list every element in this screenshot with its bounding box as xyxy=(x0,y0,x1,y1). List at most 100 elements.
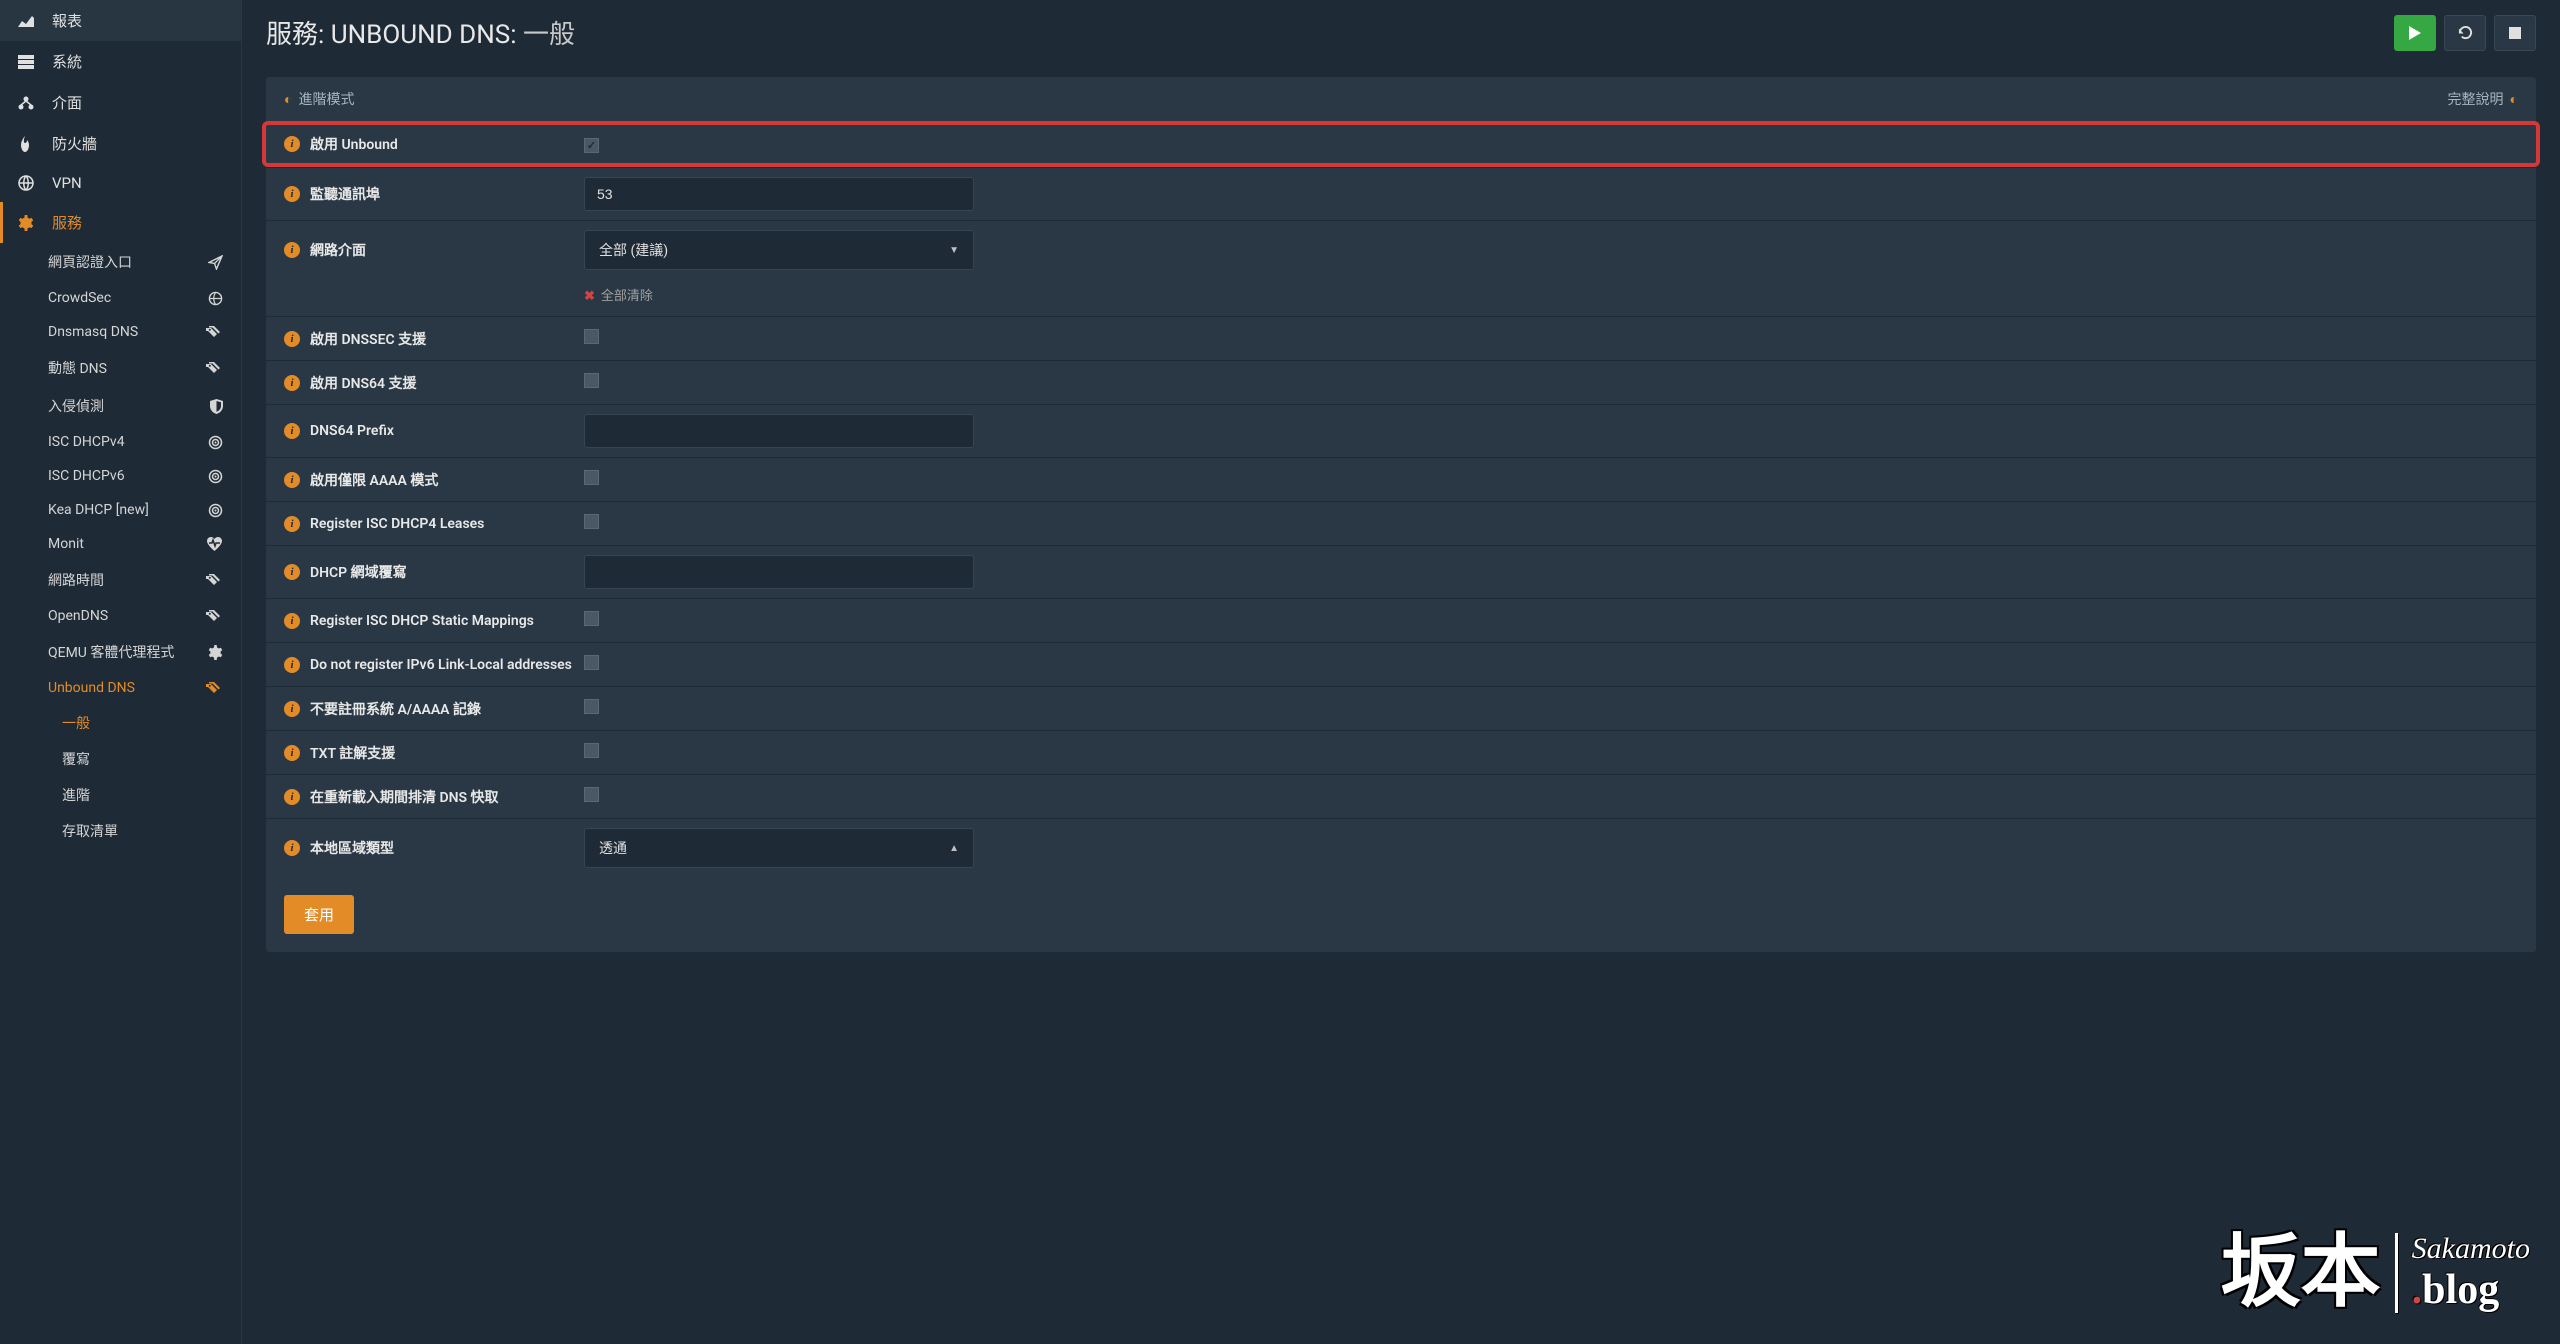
tags-icon xyxy=(206,326,223,339)
apply-button[interactable]: 套用 xyxy=(284,895,354,934)
nav-label: VPN xyxy=(52,174,82,192)
sidebar-item-dhcpv4[interactable]: ISC DHCPv4 xyxy=(0,425,241,459)
caret-down-icon: ▼ xyxy=(949,245,959,256)
start-button[interactable] xyxy=(2394,15,2436,51)
nav-reports[interactable]: 報表 xyxy=(0,0,241,41)
header-actions xyxy=(2394,15,2536,51)
dhcp-domain-input[interactable] xyxy=(584,555,974,589)
row-flush-cache: i 在重新載入期間排清 DNS 快取 xyxy=(266,774,2536,818)
field-label: Register ISC DHCP4 Leases xyxy=(310,516,484,532)
toggle-icon: ◐ xyxy=(284,92,292,108)
info-icon[interactable]: i xyxy=(284,840,300,856)
x-icon: ✖ xyxy=(584,289,595,304)
row-aaaa-only: i 啟用僅限 AAAA 模式 xyxy=(266,457,2536,501)
chart-icon xyxy=(18,15,38,27)
info-icon[interactable]: i xyxy=(284,701,300,717)
info-icon[interactable]: i xyxy=(284,472,300,488)
advanced-mode-toggle[interactable]: ◐進階模式 xyxy=(284,89,354,109)
clear-all-link[interactable]: ✖全部清除 xyxy=(266,279,2536,316)
row-dnssec: i 啟用 DNSSEC 支援 xyxy=(266,316,2536,360)
info-icon[interactable]: i xyxy=(284,613,300,629)
row-network-interface: i 網路介面 全部 (建議) ▼ xyxy=(266,220,2536,279)
info-icon[interactable]: i xyxy=(284,516,300,532)
field-label: Do not register IPv6 Link-Local addresse… xyxy=(310,657,572,673)
settings-panel: ◐進階模式 完整說明◐ i啟用 Unbound i監聽通訊埠 i網路介面 全部 … xyxy=(266,77,2536,952)
sidebar-item-dnsmasq[interactable]: Dnsmasq DNS xyxy=(0,315,241,349)
unbound-sub-overrides[interactable]: 覆寫 xyxy=(0,741,241,777)
sidebar-item-qemu[interactable]: QEMU 客體代理程式 xyxy=(0,633,241,671)
info-icon[interactable]: i xyxy=(284,375,300,391)
info-icon[interactable]: i xyxy=(284,745,300,761)
network-interface-select[interactable]: 全部 (建議) ▼ xyxy=(584,230,974,270)
nav-label: 系統 xyxy=(52,51,82,72)
gear-icon xyxy=(208,645,223,660)
sidebar-item-captiveportal[interactable]: 網頁認證入口 xyxy=(0,243,241,281)
sidebar-item-kea[interactable]: Kea DHCP [new] xyxy=(0,493,241,527)
info-icon[interactable]: i xyxy=(284,657,300,673)
sub-label: OpenDNS xyxy=(48,608,108,624)
panel-top-bar: ◐進階模式 完整說明◐ xyxy=(266,77,2536,121)
field-label: TXT 註解支援 xyxy=(310,743,395,763)
field-label: 網路介面 xyxy=(310,240,366,260)
field-label: 不要註冊系統 A/AAAA 記錄 xyxy=(310,699,481,719)
sub-label: Monit xyxy=(48,536,84,552)
row-listen-port: i監聽通訊埠 xyxy=(266,167,2536,220)
sidebar: 報表 系統 介面 防火牆 VPN 服務 網頁認證入口 CrowdSec xyxy=(0,0,242,1344)
unbound-sub-acl[interactable]: 存取清單 xyxy=(0,813,241,849)
nav-label: 防火牆 xyxy=(52,133,97,154)
local-zone-type-select[interactable]: 透通 ▲ xyxy=(584,828,974,868)
field-label: 本地區域類型 xyxy=(310,838,394,858)
nav-interfaces[interactable]: 介面 xyxy=(0,82,241,123)
info-icon[interactable]: i xyxy=(284,186,300,202)
nav-system[interactable]: 系統 xyxy=(0,41,241,82)
sidebar-item-unbound[interactable]: Unbound DNS xyxy=(0,671,241,705)
tags-icon xyxy=(206,682,223,695)
txt-support-checkbox[interactable] xyxy=(584,743,599,758)
no-a-aaaa-checkbox[interactable] xyxy=(584,699,599,714)
register-static-checkbox[interactable] xyxy=(584,611,599,626)
row-enable-unbound: i啟用 Unbound xyxy=(262,121,2540,167)
listen-port-input[interactable] xyxy=(584,177,974,211)
info-icon[interactable]: i xyxy=(284,136,300,152)
dns64-prefix-input[interactable] xyxy=(584,414,974,448)
register-dhcp4-checkbox[interactable] xyxy=(584,514,599,529)
sidebar-item-dyndns[interactable]: 動態 DNS xyxy=(0,349,241,387)
full-help-toggle[interactable]: 完整說明◐ xyxy=(2448,89,2518,109)
sidebar-item-crowdsec[interactable]: CrowdSec xyxy=(0,281,241,315)
field-label: DNS64 Prefix xyxy=(310,423,394,439)
sub-label: Unbound DNS xyxy=(48,680,135,696)
aaaa-only-checkbox[interactable] xyxy=(584,470,599,485)
info-icon[interactable]: i xyxy=(284,564,300,580)
stop-button[interactable] xyxy=(2494,15,2536,51)
flush-cache-checkbox[interactable] xyxy=(584,787,599,802)
enable-unbound-checkbox[interactable] xyxy=(584,138,599,153)
target-icon xyxy=(208,435,223,450)
field-label: 啟用僅限 AAAA 模式 xyxy=(310,470,438,490)
dns64-checkbox[interactable] xyxy=(584,373,599,388)
sidebar-item-opendns[interactable]: OpenDNS xyxy=(0,599,241,633)
globe-icon xyxy=(18,175,38,191)
sidebar-item-monit[interactable]: Monit xyxy=(0,527,241,561)
sidebar-item-ids[interactable]: 入侵偵測 xyxy=(0,387,241,425)
field-label: 在重新載入期間排清 DNS 快取 xyxy=(310,787,499,807)
sidebar-item-ntp[interactable]: 網路時間 xyxy=(0,561,241,599)
heartbeat-icon xyxy=(206,537,223,551)
nav-label: 服務 xyxy=(52,212,82,233)
nav-vpn[interactable]: VPN xyxy=(0,164,241,202)
field-label: 啟用 DNSSEC 支援 xyxy=(310,329,426,349)
restart-button[interactable] xyxy=(2444,15,2486,51)
dnssec-checkbox[interactable] xyxy=(584,329,599,344)
info-icon[interactable]: i xyxy=(284,423,300,439)
unbound-sub-general[interactable]: 一般 xyxy=(0,705,241,741)
info-icon[interactable]: i xyxy=(284,331,300,347)
no-ipv6-ll-checkbox[interactable] xyxy=(584,655,599,670)
tags-icon xyxy=(206,362,223,375)
nav-firewall[interactable]: 防火牆 xyxy=(0,123,241,164)
tags-icon xyxy=(206,610,223,623)
info-icon[interactable]: i xyxy=(284,789,300,805)
nav-services[interactable]: 服務 xyxy=(0,202,241,243)
unbound-sub-advanced[interactable]: 進階 xyxy=(0,777,241,813)
sidebar-item-dhcpv6[interactable]: ISC DHCPv6 xyxy=(0,459,241,493)
gear-icon xyxy=(18,215,38,231)
info-icon[interactable]: i xyxy=(284,242,300,258)
